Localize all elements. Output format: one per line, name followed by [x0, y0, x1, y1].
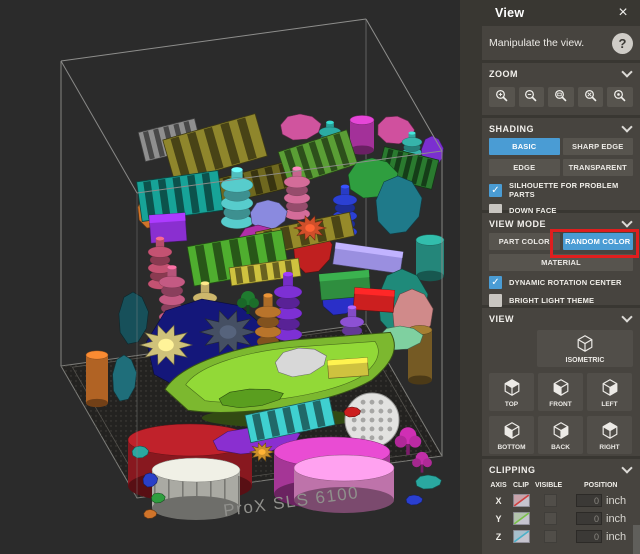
back-view-label: BACK	[551, 444, 570, 451]
shading-section: SHADING BASIC SHARP EDGE EDGE TRANSPAREN…	[482, 118, 640, 210]
shading-transparent-button[interactable]: TRANSPARENT	[563, 159, 634, 176]
scrollbar-thumb[interactable]	[633, 525, 640, 554]
left-view-label: LEFT	[601, 401, 617, 408]
view-section-label: VIEW	[489, 314, 514, 324]
visible-column-header: VISIBLE	[535, 482, 563, 489]
bottom-view-button[interactable]: BOTTOM	[489, 416, 534, 454]
description-card: Manipulate the view. ?	[482, 26, 640, 60]
front-view-button[interactable]: FRONT	[538, 373, 583, 411]
view-section-header: VIEW	[489, 314, 633, 324]
zoom-out-button[interactable]	[519, 87, 545, 107]
axis-column-header: AXIS	[489, 482, 508, 489]
clip-unit-z: inch	[606, 531, 626, 543]
bright-light-theme-checkbox[interactable]	[489, 294, 502, 307]
clip-position-input-y[interactable]	[576, 512, 602, 525]
clip-visible-checkbox-x[interactable]	[544, 494, 557, 507]
right-view-label: RIGHT	[599, 444, 619, 451]
chevron-down-icon[interactable]	[621, 462, 632, 473]
view-mode-section: VIEW MODE PART COLOR RANDOM COLOR MATERI…	[482, 213, 640, 305]
top-view-button[interactable]: TOP	[489, 373, 534, 411]
zoom-section: ZOOM	[482, 63, 640, 115]
chevron-down-icon[interactable]	[621, 121, 632, 132]
clip-plane-z-icon[interactable]	[513, 530, 530, 543]
shading-section-header: SHADING	[489, 124, 633, 134]
position-column-header: POSITION	[584, 482, 624, 489]
front-view-label: FRONT	[549, 401, 571, 408]
bottom-view-label: BOTTOM	[497, 444, 525, 451]
clip-position-input-z[interactable]	[576, 530, 602, 543]
view-mode-section-header: VIEW MODE	[489, 219, 633, 229]
application-window: ProX SLS 6100 View × Manipulate the view…	[0, 0, 640, 554]
zoom-selected-button[interactable]	[607, 87, 633, 107]
zoom-extents-button[interactable]	[578, 87, 604, 107]
clip-unit-x: inch	[606, 495, 626, 507]
cube-bottom-icon	[502, 420, 522, 442]
clipping-row-z: Z inch	[489, 530, 633, 543]
panel-title: View	[495, 0, 524, 26]
clip-plane-y-icon[interactable]	[513, 512, 530, 525]
cube-right-icon	[600, 420, 620, 442]
clip-plane-x-icon[interactable]	[513, 494, 530, 507]
view-mode-section-label: VIEW MODE	[489, 219, 546, 229]
clipping-section-label: CLIPPING	[489, 465, 536, 475]
cube-left-icon	[600, 377, 620, 399]
dynamic-rotation-center-label: DYNAMIC ROTATION CENTER	[509, 278, 622, 287]
random-color-button[interactable]: RANDOM COLOR	[563, 233, 634, 250]
zoom-window-button[interactable]	[548, 87, 574, 107]
top-view-label: TOP	[505, 401, 518, 408]
axis-label-x: X	[489, 496, 508, 506]
shading-basic-button[interactable]: BASIC	[489, 138, 560, 155]
cube-top-icon	[502, 377, 522, 399]
clip-visible-checkbox-z[interactable]	[544, 530, 557, 543]
back-view-button[interactable]: BACK	[538, 416, 583, 454]
clip-column-header: CLIP	[513, 482, 528, 489]
shading-sharp-edge-button[interactable]: SHARP EDGE	[563, 138, 634, 155]
zoom-section-label: ZOOM	[489, 69, 518, 79]
isometric-view-button[interactable]: ISOMETRIC	[537, 330, 633, 367]
chevron-down-icon[interactable]	[621, 311, 632, 322]
zoom-buttons-row	[489, 87, 633, 107]
zoom-section-header: ZOOM	[489, 69, 633, 79]
panel-description: Manipulate the view.	[489, 37, 584, 49]
3d-viewport[interactable]: ProX SLS 6100	[0, 0, 460, 554]
bright-light-theme-label: BRIGHT LIGHT THEME	[509, 296, 594, 305]
clipping-table-header: AXIS CLIP VISIBLE POSITION	[489, 482, 633, 489]
view-section: VIEW ISOMETRIC TOP FRONT	[482, 308, 640, 456]
silhouette-for-problem-parts-checkbox[interactable]: ✓	[489, 184, 502, 197]
clip-unit-y: inch	[606, 513, 626, 525]
shading-edge-button[interactable]: EDGE	[489, 159, 560, 176]
chevron-down-icon[interactable]	[621, 66, 632, 77]
dynamic-rotation-center-checkbox[interactable]: ✓	[489, 276, 502, 289]
clipping-section-header: CLIPPING	[489, 465, 633, 475]
cube-front-icon	[551, 377, 571, 399]
cube-icon	[575, 333, 595, 355]
panel-content: Manipulate the view. ? ZOOM	[482, 26, 640, 554]
material-button[interactable]: MATERIAL	[489, 254, 633, 271]
right-view-button[interactable]: RIGHT	[587, 416, 632, 454]
cube-back-icon	[551, 420, 571, 442]
isometric-view-label: ISOMETRIC	[566, 357, 605, 364]
help-icon[interactable]: ?	[612, 33, 633, 54]
view-direction-grid: TOP FRONT LEFT BOTTOM	[489, 373, 633, 454]
zoom-in-button[interactable]	[489, 87, 515, 107]
left-view-button[interactable]: LEFT	[587, 373, 632, 411]
silhouette-for-problem-parts-label: SILHOUETTE FOR PROBLEM PARTS	[509, 181, 633, 199]
clipping-section: CLIPPING AXIS CLIP VISIBLE POSITION X in…	[482, 459, 640, 554]
clipping-row-y: Y inch	[489, 512, 633, 525]
view-panel: View × Manipulate the view. ? ZOOM	[460, 0, 640, 554]
shading-section-label: SHADING	[489, 124, 534, 134]
clip-position-input-x[interactable]	[576, 494, 602, 507]
clip-visible-checkbox-y[interactable]	[544, 512, 557, 525]
close-icon[interactable]: ×	[613, 3, 633, 23]
axis-label-y: Y	[489, 514, 508, 524]
build-volume-3d-scene: ProX SLS 6100	[0, 0, 460, 554]
clipping-row-x: X inch	[489, 494, 633, 507]
part-color-button[interactable]: PART COLOR	[489, 233, 560, 250]
axis-label-z: Z	[489, 532, 508, 542]
chevron-down-icon[interactable]	[621, 216, 632, 227]
